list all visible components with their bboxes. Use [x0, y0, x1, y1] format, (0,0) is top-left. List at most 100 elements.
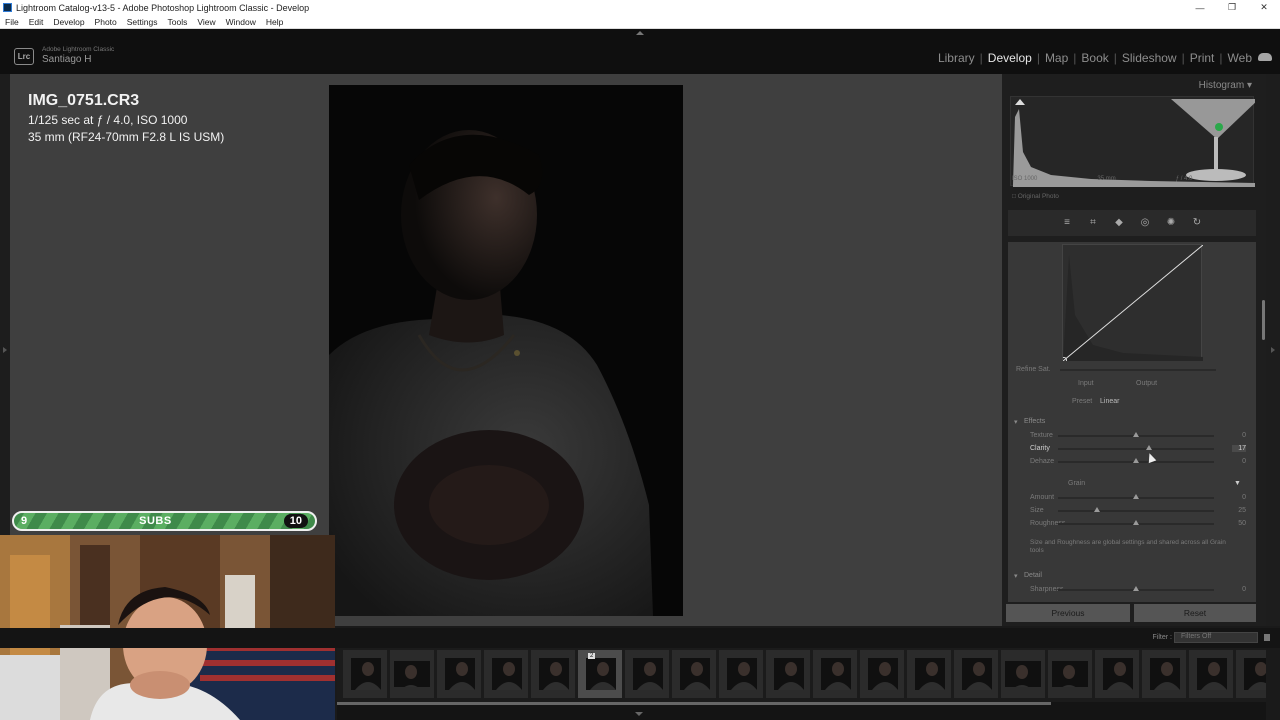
- menu-window[interactable]: Window: [221, 17, 261, 27]
- detail-slider-value[interactable]: 0: [1232, 586, 1246, 593]
- histogram[interactable]: [1010, 96, 1259, 187]
- menu-settings[interactable]: Settings: [122, 17, 163, 27]
- effects-section-header[interactable]: ▾ Effects: [1008, 418, 1256, 430]
- maximize-button[interactable]: ❐: [1216, 0, 1248, 15]
- filmstrip-thumbnail[interactable]: [625, 650, 669, 698]
- refine-saturation-label: Refine Sat.: [1016, 366, 1051, 373]
- filter-dropdown[interactable]: Filters Off: [1174, 632, 1258, 643]
- module-book[interactable]: Book: [1077, 51, 1112, 65]
- filmstrip-thumbnail[interactable]: [907, 650, 951, 698]
- thumbnail-image: [492, 658, 522, 690]
- close-button[interactable]: ✕: [1248, 0, 1280, 15]
- grain-slider-thumb[interactable]: [1094, 507, 1100, 512]
- sliders-icon[interactable]: ≡: [1062, 218, 1072, 228]
- crop-icon[interactable]: ⌗: [1088, 218, 1098, 228]
- minimize-button[interactable]: —: [1184, 0, 1216, 15]
- photo-preview[interactable]: [329, 85, 683, 616]
- effects-slider-value[interactable]: 17: [1232, 445, 1246, 452]
- filmstrip-thumbnail[interactable]: [672, 650, 716, 698]
- info-overlay: IMG_0751.CR3 1/125 sec at ƒ / 4.0, ISO 1…: [28, 92, 224, 144]
- effects-slider-thumb[interactable]: [1133, 432, 1139, 437]
- histogram-header[interactable]: Histogram ▾: [1199, 80, 1252, 91]
- brand-name: Adobe Lightroom Classic: [42, 46, 115, 53]
- grain-slider-track[interactable]: [1058, 510, 1214, 512]
- reset-button[interactable]: Reset: [1134, 604, 1256, 622]
- menu-help[interactable]: Help: [261, 17, 288, 27]
- thumbnail-image: [774, 658, 804, 690]
- filmstrip-thumbnail[interactable]: 2: [578, 650, 622, 698]
- histogram-graph: [1013, 99, 1259, 187]
- menu-edit[interactable]: Edit: [24, 17, 49, 27]
- menu-tools[interactable]: Tools: [162, 17, 192, 27]
- thumbnail-image: [680, 658, 710, 690]
- filmstrip-thumbnail[interactable]: [437, 650, 481, 698]
- effects-slider-value[interactable]: 0: [1232, 432, 1246, 439]
- histogram-info: ISO 1000 35 mm ƒ / 4.0: [1012, 176, 1192, 182]
- filmstrip-thumbnail[interactable]: [343, 650, 387, 698]
- filmstrip-thumbnail[interactable]: [954, 650, 998, 698]
- refine-saturation-slider[interactable]: [1060, 369, 1216, 371]
- menu-view[interactable]: View: [192, 17, 220, 27]
- collapse-top-panel-icon[interactable]: [636, 31, 644, 35]
- right-panel-scrollbar[interactable]: [1262, 300, 1265, 340]
- effects-slider-track[interactable]: [1058, 448, 1214, 450]
- original-photo-toggle[interactable]: □ Original Photo: [1012, 193, 1059, 200]
- filmstrip-thumbnail[interactable]: [390, 650, 434, 698]
- thumbnail-image: [1244, 658, 1266, 690]
- collapse-right-panel-icon[interactable]: [1271, 347, 1275, 353]
- filmstrip-thumbnail[interactable]: [719, 650, 763, 698]
- redeye-icon[interactable]: ◎: [1140, 218, 1150, 228]
- lightroom-window: Lightroom Catalog-v13-5 - Adobe Photosho…: [0, 0, 1280, 720]
- filmstrip-thumbnail[interactable]: [813, 650, 857, 698]
- window-title: Lightroom Catalog-v13-5 - Adobe Photosho…: [16, 2, 310, 13]
- filter-lock-icon[interactable]: [1264, 634, 1270, 641]
- menu-file[interactable]: File: [0, 17, 24, 27]
- menu-photo[interactable]: Photo: [90, 17, 122, 27]
- previous-button[interactable]: Previous: [1006, 604, 1130, 622]
- module-print[interactable]: Print: [1186, 51, 1219, 65]
- grain-slider-thumb[interactable]: [1133, 494, 1139, 499]
- filmstrip-thumbnail[interactable]: [860, 650, 904, 698]
- cloud-icon[interactable]: [1258, 53, 1272, 61]
- filmstrip-thumbnail[interactable]: [1001, 650, 1045, 698]
- collapse-filmstrip-icon[interactable]: [635, 712, 643, 716]
- grain-slider-thumb[interactable]: [1133, 520, 1139, 525]
- filmstrip-scroll-thumb[interactable]: [337, 702, 1051, 705]
- right-panel-edge[interactable]: [1266, 74, 1280, 626]
- detail-slider-thumb[interactable]: [1133, 586, 1139, 591]
- subs-progress-bar: 9 SUBS 10: [12, 511, 317, 531]
- thumbnail-image: [586, 658, 616, 690]
- module-develop[interactable]: Develop: [984, 51, 1036, 65]
- filmstrip-thumbnail[interactable]: [531, 650, 575, 698]
- filmstrip-thumbnail[interactable]: [1189, 650, 1233, 698]
- thumbnail-image: [394, 661, 430, 687]
- filmstrip-scrollbar[interactable]: [337, 702, 1266, 720]
- effects-slider-thumb[interactable]: [1133, 458, 1139, 463]
- virtual-copy-badge: 2: [588, 653, 596, 659]
- window-title-bar: Lightroom Catalog-v13-5 - Adobe Photosho…: [0, 0, 1280, 15]
- eraser-icon[interactable]: ◆: [1114, 218, 1124, 228]
- effects-slider-thumb[interactable]: [1146, 445, 1153, 450]
- detail-section-header[interactable]: ▾ Detail: [1008, 572, 1256, 584]
- grain-slider-value[interactable]: 50: [1232, 520, 1246, 527]
- grain-slider-value[interactable]: 25: [1232, 507, 1246, 514]
- expand-left-panel-icon[interactable]: [3, 347, 7, 353]
- module-slideshow[interactable]: Slideshow: [1118, 51, 1181, 65]
- grain-dropdown-icon[interactable]: ▼: [1234, 480, 1241, 487]
- filmstrip-thumbnail[interactable]: [484, 650, 528, 698]
- module-web[interactable]: Web: [1224, 51, 1256, 65]
- masking-icon[interactable]: ✺: [1166, 218, 1176, 228]
- filmstrip-thumbnail[interactable]: [1095, 650, 1139, 698]
- tone-curve-graph[interactable]: [1061, 244, 1204, 363]
- filmstrip-thumbnail[interactable]: [1236, 650, 1266, 698]
- preset-dropdown[interactable]: Linear: [1100, 398, 1119, 405]
- filmstrip-thumbnail[interactable]: [1048, 650, 1092, 698]
- grain-slider-value[interactable]: 0: [1232, 494, 1246, 501]
- module-library[interactable]: Library: [934, 51, 979, 65]
- filmstrip-thumbnail[interactable]: [1142, 650, 1186, 698]
- reset-icon[interactable]: ↻: [1192, 218, 1202, 228]
- effects-slider-value[interactable]: 0: [1232, 458, 1246, 465]
- menu-develop[interactable]: Develop: [48, 17, 89, 27]
- module-map[interactable]: Map: [1041, 51, 1072, 65]
- filmstrip-thumbnail[interactable]: [766, 650, 810, 698]
